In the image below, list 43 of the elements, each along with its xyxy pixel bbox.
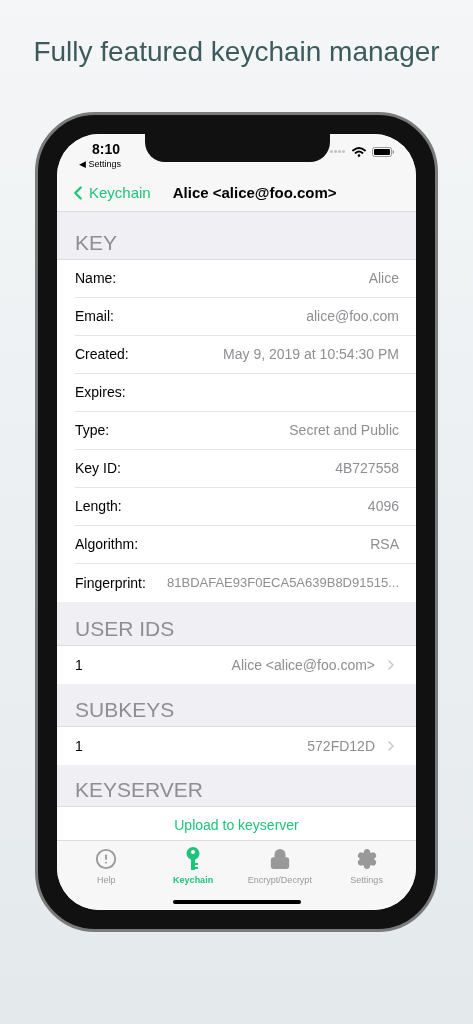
section-header: KEYSERVER xyxy=(75,777,203,803)
row-label: Name: xyxy=(75,269,117,288)
section-header: KEY xyxy=(75,230,118,256)
alert-icon xyxy=(95,848,118,870)
row-value: 81BDAFAE93F0ECA5A639B8D91515... xyxy=(167,574,399,593)
settings-icon xyxy=(355,848,378,870)
tab[interactable]: Keychain xyxy=(153,847,234,888)
list-row[interactable]: 1 Alice <alice@foo.com> xyxy=(57,646,416,684)
row-label: Algorithm: xyxy=(75,535,139,554)
row-value: May 9, 2019 at 10:54:30 PM xyxy=(223,345,399,364)
row-value: Secret and Public xyxy=(289,421,399,440)
lock-icon xyxy=(268,848,291,870)
back-to-app-link[interactable]: ◀ Settings xyxy=(79,158,122,170)
row-value: Alice <alice@foo.com> xyxy=(231,655,375,675)
status-time: 8:10 xyxy=(92,141,122,158)
nav-title: Alice <alice@foo.com> xyxy=(172,182,337,203)
back-button[interactable]: Keychain xyxy=(67,181,151,205)
row-label: 1 xyxy=(75,736,83,756)
row-label: 1 xyxy=(75,655,83,675)
row-label: Key ID: xyxy=(75,459,121,478)
wifi-icon xyxy=(352,146,366,157)
row-label: Fingerprint: xyxy=(75,573,146,593)
row-value: 4096 xyxy=(367,497,399,516)
section-header: SUBKEYS xyxy=(75,697,175,723)
row-value: 572FD12D xyxy=(307,736,375,756)
row-label: Email: xyxy=(75,307,114,326)
row-value: 4B727558 xyxy=(335,459,399,478)
row-label: Expires: xyxy=(75,383,126,402)
key-icon xyxy=(186,847,201,871)
row-value: RSA xyxy=(370,535,399,554)
headline: Fully featured keychain manager xyxy=(32,35,441,69)
signal-icon xyxy=(330,150,346,153)
tab[interactable]: Settings xyxy=(326,847,407,888)
row-label: Type: xyxy=(75,421,110,440)
list-row[interactable]: 1 572FD12D xyxy=(57,727,416,765)
tab[interactable]: Encrypt/Decrypt xyxy=(239,847,320,888)
battery-icon xyxy=(372,146,394,157)
row-label: Created: xyxy=(75,345,129,364)
row-label: Length: xyxy=(75,497,122,516)
tab[interactable]: Help xyxy=(66,847,147,888)
section-header: USER IDS xyxy=(75,616,175,642)
row-value: Alice xyxy=(368,269,399,288)
row-value: alice@foo.com xyxy=(306,307,399,326)
